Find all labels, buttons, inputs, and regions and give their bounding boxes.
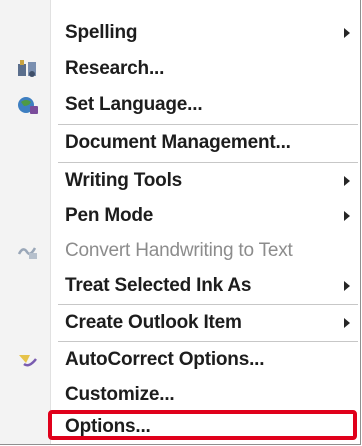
submenu-arrow-icon (344, 211, 350, 221)
research-icon (18, 60, 36, 77)
menu-item-autocorrect-options[interactable]: AutoCorrect Options... (0, 343, 360, 377)
submenu-arrow-icon (344, 318, 350, 328)
menu-separator (58, 304, 358, 305)
menu-separator (58, 341, 358, 342)
convert-handwriting-icon (17, 247, 37, 259)
menu-item-label: Research... (65, 58, 165, 79)
set-language-icon (18, 97, 38, 114)
menu-item-label: Pen Mode (65, 205, 154, 226)
menu-item-label: Spelling (65, 22, 138, 43)
menu-item-label: Convert Handwriting to Text (65, 240, 293, 261)
menu-item-label: Document Management... (65, 132, 291, 153)
menu-item-create-outlook-item[interactable]: Create Outlook Item (0, 306, 360, 340)
menu-item-label: Treat Selected Ink As (65, 275, 252, 296)
menu-item-convert-handwriting: Convert Handwriting to Text (0, 234, 360, 268)
submenu-arrow-icon (344, 281, 350, 291)
menu-separator (58, 162, 358, 163)
menu-item-label: Writing Tools (65, 170, 183, 191)
menu-item-customize[interactable]: Customize... (0, 378, 360, 412)
submenu-arrow-icon (344, 176, 350, 186)
menu-item-pen-mode[interactable]: Pen Mode (0, 199, 360, 233)
menu-item-treat-selected-ink-as[interactable]: Treat Selected Ink As (0, 269, 360, 303)
menu-item-label: Set Language... (65, 94, 203, 115)
menu-item-document-management[interactable]: Document Management... (0, 126, 360, 160)
menu-separator (58, 124, 358, 125)
menu-item-spelling[interactable]: Spelling (0, 16, 360, 50)
menu-item-label: Customize... (65, 384, 175, 405)
menu-item-label: AutoCorrect Options... (65, 349, 265, 370)
menu-item-set-language[interactable]: Set Language... (0, 88, 360, 122)
menu-item-research[interactable]: Research... (0, 52, 360, 86)
submenu-arrow-icon (344, 28, 350, 38)
context-menu: Spelling Research... Set Language... Doc… (0, 0, 361, 445)
autocorrect-icon (19, 355, 37, 367)
menu-item-label: Create Outlook Item (65, 312, 242, 333)
menu-item-writing-tools[interactable]: Writing Tools (0, 164, 360, 198)
options-highlight-box (48, 410, 357, 440)
